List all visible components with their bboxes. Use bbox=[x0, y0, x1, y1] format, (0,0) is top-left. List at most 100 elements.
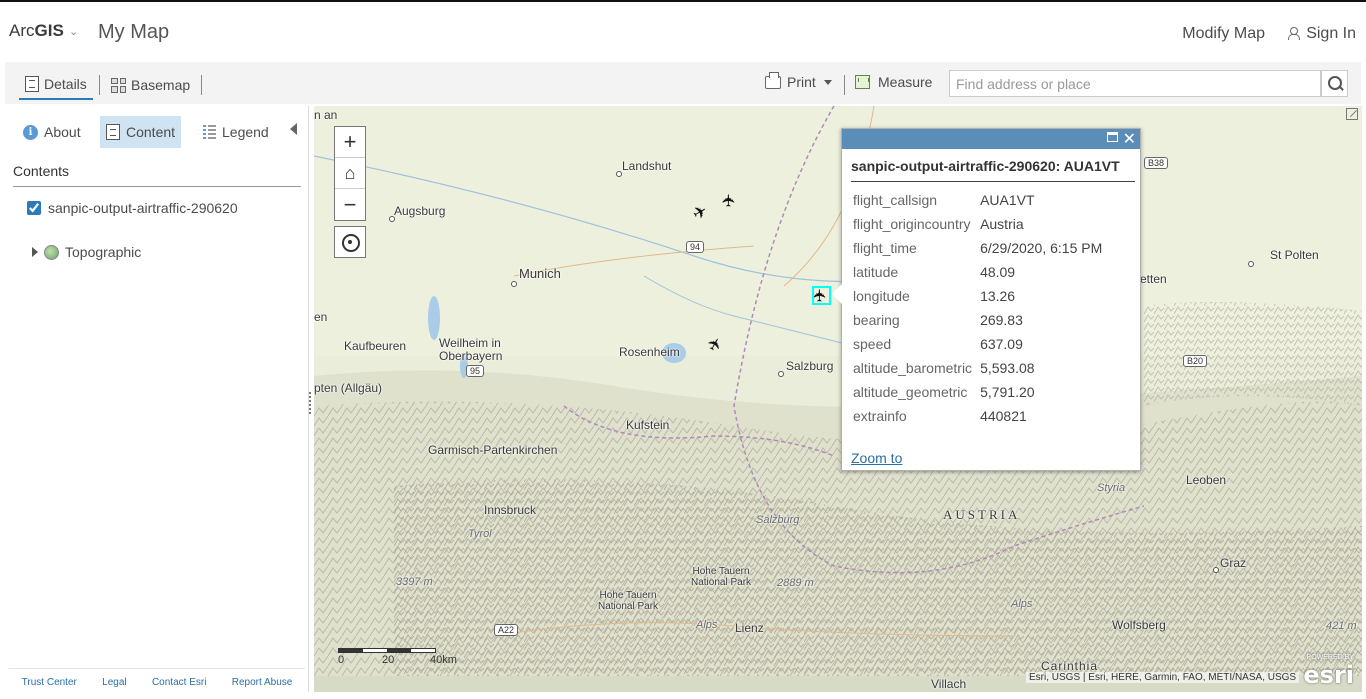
popup-title: sanpic-output-airtraffic-290620: AUA1VT bbox=[851, 158, 1120, 174]
footer-link-trust-center[interactable]: Trust Center bbox=[22, 677, 77, 688]
map-label-villach: Villach bbox=[931, 677, 967, 691]
basemap-layer-name: Topographic bbox=[65, 244, 142, 260]
selection-highlight bbox=[812, 286, 831, 305]
search-icon[interactable] bbox=[1321, 70, 1348, 97]
map-label-tyrol: Tyrol bbox=[468, 528, 492, 540]
sign-in-link[interactable]: Sign In bbox=[1288, 25, 1356, 43]
zoom-to-link[interactable]: Zoom to bbox=[851, 450, 902, 466]
city-marker bbox=[1248, 261, 1254, 267]
map-label-st-polten: St Polten bbox=[1270, 248, 1319, 262]
tab-about-label: About bbox=[44, 124, 81, 140]
road-shield: B38 bbox=[1144, 157, 1169, 169]
field-value: 5,791.20 bbox=[980, 384, 1035, 400]
map-label-leoben: Leoben bbox=[1186, 473, 1227, 487]
divider bbox=[844, 75, 845, 95]
divider bbox=[99, 75, 100, 95]
map-label: etten bbox=[1140, 272, 1167, 286]
map-label-kufstein: Kufstein bbox=[626, 418, 670, 432]
map-label-kaufbeuren: Kaufbeuren bbox=[344, 339, 407, 353]
collapse-panel-icon[interactable] bbox=[290, 123, 297, 135]
field-value: 13.26 bbox=[980, 288, 1016, 304]
map-label-salzburg-region: Salzburg bbox=[756, 514, 800, 526]
field-name: flight_callsign bbox=[853, 192, 938, 208]
layer-visibility-checkbox[interactable] bbox=[27, 201, 41, 215]
zoom-in-button[interactable]: + bbox=[335, 127, 365, 158]
map-label: n an bbox=[314, 108, 338, 122]
table-row: bearing 269.83 bbox=[853, 308, 1102, 332]
field-name: altitude_geometric bbox=[853, 384, 968, 400]
map-label-graz: Graz bbox=[1220, 556, 1247, 570]
content-icon bbox=[106, 124, 120, 140]
legend-icon bbox=[203, 125, 216, 139]
map-label-elevation: 3397 m bbox=[396, 576, 433, 588]
esri-logo[interactable]: POWERED BY esri bbox=[1303, 654, 1354, 689]
popup-titlebar: ✕ bbox=[842, 129, 1140, 149]
sign-in-label: Sign In bbox=[1306, 25, 1356, 42]
map-label-innsbruck: Innsbruck bbox=[484, 503, 537, 517]
feature-popup: ✕ sanpic-output-airtraffic-290620: AUA1V… bbox=[832, 128, 1141, 471]
printer-icon bbox=[765, 71, 781, 89]
field-name: altitude_barometric bbox=[853, 360, 973, 376]
basemap-layer-item[interactable]: Topographic bbox=[32, 244, 141, 260]
print-label: Print bbox=[787, 74, 816, 90]
home-button[interactable]: ⌂ bbox=[335, 158, 365, 189]
map-label-garmisch: Garmisch-Partenkirchen bbox=[428, 443, 558, 457]
divider bbox=[13, 186, 301, 187]
map-label-rosenheim: Rosenheim bbox=[619, 345, 680, 359]
maximize-icon[interactable] bbox=[1107, 132, 1118, 142]
tab-about[interactable]: i About bbox=[17, 116, 87, 148]
table-row: latitude 48.09 bbox=[853, 260, 1102, 284]
search-input[interactable] bbox=[949, 70, 1321, 97]
tab-content[interactable]: Content bbox=[100, 116, 182, 148]
map-label-carinthia: Carinthia bbox=[1041, 659, 1099, 673]
field-name: extrainfo bbox=[853, 408, 907, 424]
tab-content-label: Content bbox=[126, 124, 176, 140]
zoom-controls: + ⌂ − bbox=[334, 126, 366, 221]
map-label-alps: Alps bbox=[696, 619, 718, 631]
panel-resize-handle[interactable] bbox=[309, 392, 311, 414]
footer-link-legal[interactable]: Legal bbox=[102, 677, 126, 688]
user-icon bbox=[1288, 27, 1301, 40]
map-label-wolfsberg: Wolfsberg bbox=[1112, 618, 1166, 632]
modify-map-link[interactable]: Modify Map bbox=[1182, 25, 1265, 43]
home-icon: ⌂ bbox=[344, 162, 356, 183]
city-marker bbox=[616, 171, 622, 177]
app-header: ArcGIS ⌄ My Map Modify Map Sign In bbox=[0, 0, 1366, 62]
map-attribution[interactable]: Esri, USGS | Esri, HERE, Garmin, FAO, ME… bbox=[1026, 672, 1300, 683]
airplane-marker[interactable]: ✈ bbox=[720, 193, 739, 207]
details-icon bbox=[25, 76, 39, 92]
road-shield: 95 bbox=[466, 365, 485, 377]
measure-button[interactable]: Measure bbox=[855, 74, 932, 90]
table-row: flight_callsign AUA1VT bbox=[853, 188, 1102, 212]
field-value: 5,593.08 bbox=[980, 360, 1035, 376]
layer-item[interactable]: sanpic-output-airtraffic-290620 bbox=[27, 200, 238, 216]
measure-icon bbox=[855, 75, 870, 89]
tab-details[interactable]: Details bbox=[19, 70, 93, 100]
field-name: flight_origincountry bbox=[853, 216, 971, 232]
map-label-elevation: 2889 m bbox=[777, 577, 814, 589]
map-label-salzburg: Salzburg bbox=[786, 359, 834, 373]
print-button[interactable]: Print bbox=[765, 71, 832, 90]
contents-heading: Contents bbox=[13, 163, 70, 179]
scale-label: 0 bbox=[338, 654, 345, 666]
tab-basemap[interactable]: Basemap bbox=[105, 70, 196, 100]
zoom-out-button[interactable]: − bbox=[335, 189, 365, 220]
footer-link-report-abuse[interactable]: Report Abuse bbox=[232, 677, 293, 688]
map-label-styria: Styria bbox=[1097, 482, 1126, 494]
layer-name[interactable]: sanpic-output-airtraffic-290620 bbox=[48, 200, 238, 216]
popup-attributes-table: flight_callsign AUA1VT flight_origincount… bbox=[853, 188, 1102, 428]
expand-arrow-icon[interactable] bbox=[32, 247, 38, 257]
map-title: My Map bbox=[98, 21, 170, 43]
tab-legend[interactable]: Legend bbox=[197, 116, 275, 148]
scale-bar bbox=[338, 648, 436, 653]
chevron-down-icon[interactable]: ⌄ bbox=[69, 25, 78, 38]
footer-link-contact-esri[interactable]: Contact Esri bbox=[152, 677, 206, 688]
close-icon[interactable]: ✕ bbox=[1123, 129, 1136, 149]
expand-icon[interactable] bbox=[1346, 108, 1358, 120]
map-view[interactable]: n an en Landshut Augsburg Munich Kaufbeu… bbox=[314, 106, 1362, 692]
road-shield: 94 bbox=[686, 241, 705, 253]
locate-button[interactable] bbox=[334, 226, 366, 258]
arcgis-logo[interactable]: ArcGIS bbox=[9, 21, 64, 41]
map-label-lienz: Lienz bbox=[735, 621, 764, 635]
table-row: flight_time 6/29/2020, 6:15 PM bbox=[853, 236, 1102, 260]
